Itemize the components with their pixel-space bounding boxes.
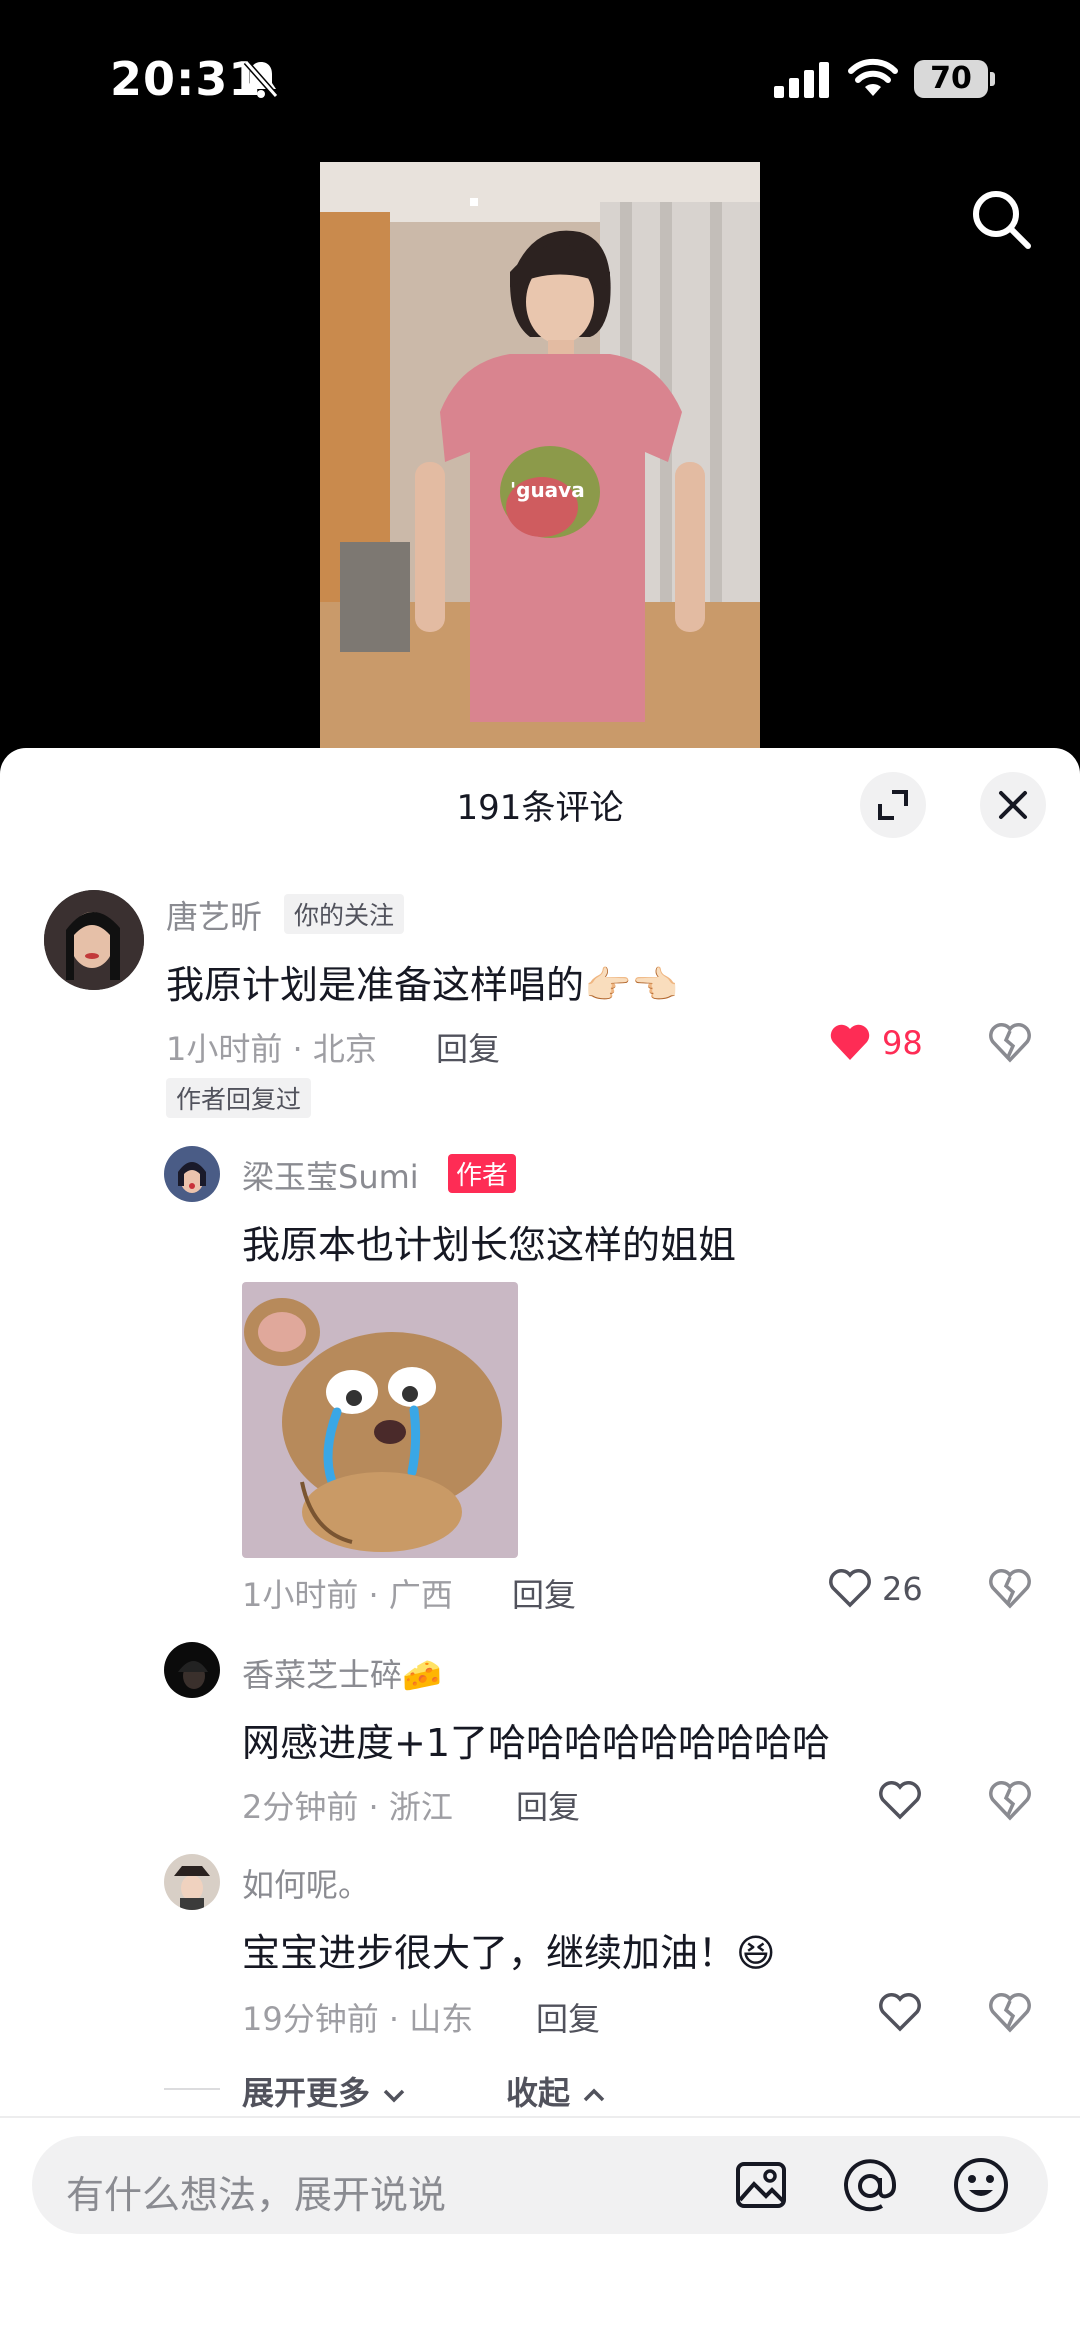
reply-text: 宝宝进步很大了，继续加油！😆 [242,1931,776,1975]
image-picker-icon[interactable] [734,2158,788,2212]
heart-outline-icon[interactable] [878,1780,922,1820]
avatar[interactable] [164,1642,220,1698]
battery-nub [990,72,995,86]
close-button[interactable] [980,772,1046,838]
emoji-icon[interactable] [952,2156,1010,2214]
reply-button[interactable]: 回复 [516,1782,580,1828]
avatar[interactable] [44,890,144,990]
avatar-image [44,890,144,990]
reply-meta: 19分钟前 · 山东 [242,2000,474,2038]
close-icon [999,791,1027,819]
like-count: 98 [882,1024,923,1062]
chevron-up-icon [583,2088,605,2102]
comment-text: 我原计划是准备这样唱的👉🏻👈🏻 [166,963,679,1007]
cellular-signal-icon [774,62,829,98]
following-tag: 你的关注 [284,894,405,934]
reply-button[interactable]: 回复 [536,1994,600,2040]
reply-button[interactable]: 回复 [512,1570,576,1616]
author-tag: 作者 [448,1154,517,1193]
status-bar: 20:31 70 [0,0,1080,150]
reply-username[interactable]: 香菜芝士碎🧀 [242,1650,442,1696]
battery-indicator: 70 [914,60,988,98]
dislike-icon[interactable] [988,1780,1032,1822]
expand-icon [878,790,908,820]
heart-outline-icon[interactable] [828,1568,872,1608]
input-divider [0,2116,1080,2118]
reply-meta: 2分钟前 · 浙江 [242,1788,453,1826]
expand-more-button[interactable]: 展开更多 [242,2068,407,2114]
expand-more-label: 展开更多 [242,2074,371,2112]
reply-text: 网感进度+1了哈哈哈哈哈哈哈哈哈 [242,1721,831,1765]
avatar-image [164,1854,220,1910]
reply-username[interactable]: 梁玉莹Sumi [242,1152,419,1198]
fullscreen-button[interactable] [860,772,926,838]
silent-bell-icon [243,60,279,98]
avatar[interactable] [164,1146,220,1202]
reply-sticker-image[interactable] [242,1282,518,1558]
heart-filled-icon[interactable] [828,1022,872,1062]
heart-outline-icon[interactable] [878,1992,922,2032]
dislike-icon[interactable] [988,1022,1032,1064]
svg-text:'guava: 'guava [510,478,585,502]
comment-input-placeholder: 有什么想法，展开说说 [66,2173,447,2217]
comment-username[interactable]: 唐艺昕 [166,892,262,938]
comment-meta: 1小时前 · 北京 [166,1030,377,1068]
avatar-image [164,1642,220,1698]
thread-line [164,2088,220,2090]
wifi-icon [848,58,898,96]
reply-text: 我原本也计划长您这样的姐姐 [242,1223,737,1267]
search-icon[interactable] [970,188,1034,252]
status-time: 20:31 [110,52,262,106]
chevron-down-icon [383,2089,405,2103]
reply-button[interactable]: 回复 [436,1024,500,1070]
like-count: 26 [882,1570,923,1608]
avatar[interactable] [164,1854,220,1910]
video-frame: 'guava [320,162,760,752]
author-replied-tag: 作者回复过 [166,1078,312,1118]
video-player[interactable]: 'guava [320,162,760,752]
crying-mouse-sticker [242,1282,518,1558]
avatar-image [164,1146,220,1202]
dislike-icon[interactable] [988,1992,1032,2034]
reply-meta: 1小时前 · 广西 [242,1576,453,1614]
collapse-label: 收起 [506,2074,571,2112]
collapse-button[interactable]: 收起 [506,2068,607,2114]
dislike-icon[interactable] [988,1568,1032,1610]
mention-icon[interactable] [842,2158,898,2214]
reply-username[interactable]: 如何呢。 [242,1860,370,1906]
